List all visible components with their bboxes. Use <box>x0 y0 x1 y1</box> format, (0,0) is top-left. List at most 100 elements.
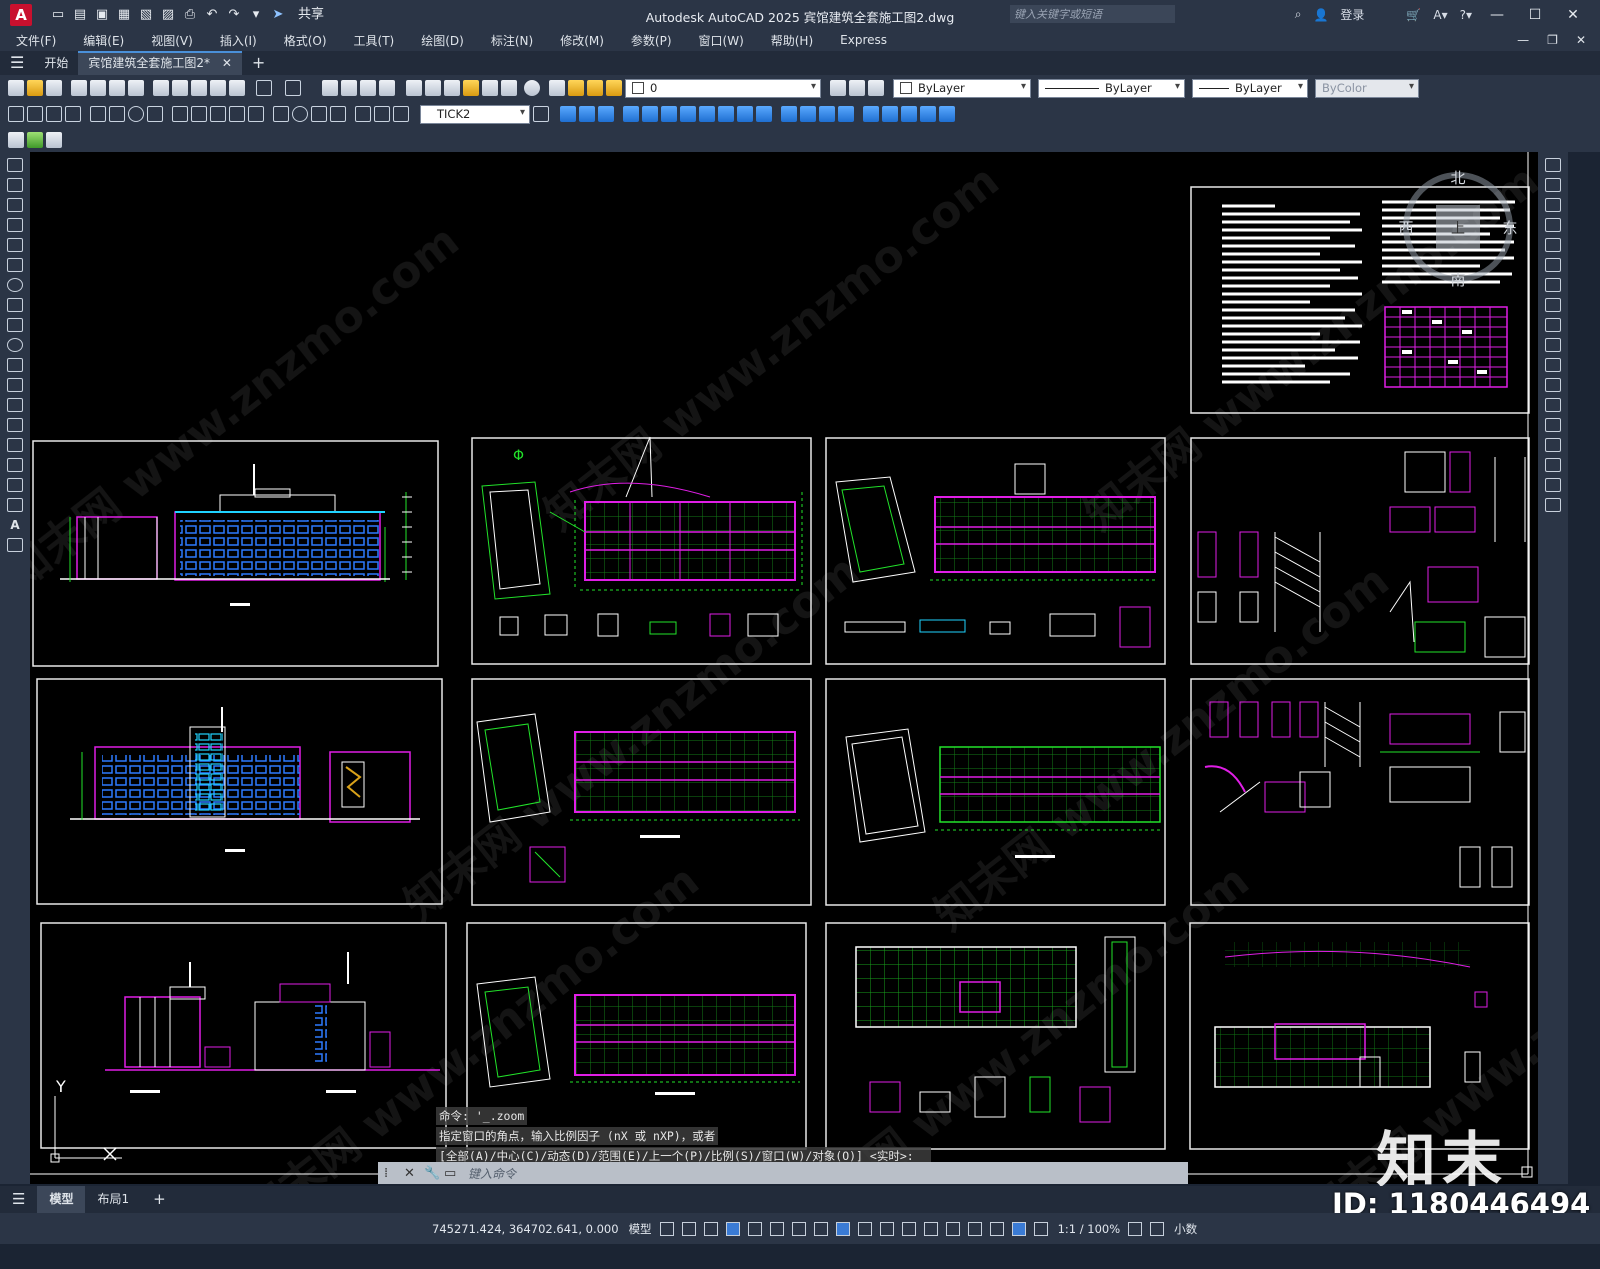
polyline-tool-icon[interactable] <box>7 198 23 212</box>
save-as-icon[interactable]: ▦ <box>116 7 132 22</box>
gizmo-icon[interactable] <box>989 1221 1004 1236</box>
view-bottom-icon[interactable] <box>579 106 595 122</box>
dim-ordinate-icon[interactable] <box>65 106 81 122</box>
menu-insert[interactable]: 插入(I) <box>204 32 268 49</box>
annotation-scale-dropdown[interactable]: 1:1 / 100% <box>1058 1222 1121 1236</box>
doc-restore-button[interactable]: ❐ <box>1547 33 1558 47</box>
dim-radius-icon[interactable] <box>90 106 106 122</box>
menu-view[interactable]: 视图(V) <box>135 32 204 49</box>
preview-icon[interactable] <box>90 80 106 96</box>
block-editor-icon[interactable] <box>229 80 245 96</box>
break-point-icon[interactable] <box>1545 378 1561 392</box>
lineweight-dropdown[interactable]: ByLayer <box>1192 78 1308 98</box>
cart-icon[interactable]: 🛒 <box>1406 8 1421 22</box>
view-left-icon[interactable] <box>598 106 614 122</box>
visual-style-hidden-icon[interactable] <box>819 106 835 122</box>
plot-icon-2[interactable] <box>71 80 87 96</box>
view-top-icon[interactable] <box>560 106 576 122</box>
layer-freeze-sun-icon[interactable] <box>587 80 603 96</box>
markup-icon[interactable] <box>482 80 498 96</box>
3d-osnap-icon[interactable] <box>923 1221 938 1236</box>
dim-jogged-icon[interactable] <box>109 106 125 122</box>
layer-state-icon[interactable] <box>868 80 884 96</box>
inspect-icon[interactable] <box>311 106 327 122</box>
lineweight-toggle-icon[interactable] <box>857 1221 872 1236</box>
array-tool-icon[interactable] <box>1545 238 1561 252</box>
command-line-grip-icon[interactable]: ⁞ <box>384 1166 398 1181</box>
share-button[interactable]: 共享 <box>298 7 324 22</box>
dim-update-icon[interactable] <box>393 106 409 122</box>
tab-active-document[interactable]: 宾馆建筑全套施工图2* ✕ <box>78 51 242 75</box>
customize-dropdown-icon[interactable]: ▾ <box>248 7 264 22</box>
layer-dropdown[interactable]: 0 <box>625 78 821 98</box>
qdim-icon[interactable] <box>172 106 188 122</box>
undo-icon-2[interactable] <box>256 80 272 96</box>
units-dropdown[interactable]: 小数 <box>1174 1221 1197 1237</box>
tab-start[interactable]: 开始 <box>34 51 78 75</box>
make-block-icon[interactable] <box>7 398 23 412</box>
dim-baseline-icon[interactable] <box>191 106 207 122</box>
add-layout-plus-icon[interactable]: + <box>141 1186 178 1213</box>
ucs-world-icon[interactable] <box>882 106 898 122</box>
add-selected-icon[interactable] <box>7 538 23 552</box>
dim-space-icon[interactable] <box>229 106 245 122</box>
tab-model[interactable]: 模型 <box>37 1186 86 1213</box>
linetype-dropdown[interactable]: ByLayer <box>1038 78 1185 98</box>
layer-lock-icon[interactable] <box>606 80 622 96</box>
ellipse-arc-tool-icon[interactable] <box>7 358 23 372</box>
new-tab-plus-icon[interactable]: + <box>242 51 275 75</box>
view-nw-iso-icon[interactable] <box>737 106 753 122</box>
login-button[interactable]: 登录 <box>1340 6 1364 23</box>
layer-properties-icon[interactable] <box>549 80 565 96</box>
view-sw-iso-icon[interactable] <box>680 106 696 122</box>
layer-on-bulb-icon[interactable] <box>568 80 584 96</box>
menu-modify[interactable]: 修改(M) <box>544 32 615 49</box>
jogged-linear-icon[interactable] <box>330 106 346 122</box>
attribute-edit-icon[interactable] <box>8 131 24 148</box>
drawing-canvas[interactable]: 知末网 www.znzmo.com 知末网 www.znzmo.com 知末网 … <box>30 152 1538 1184</box>
layout-menu-icon[interactable]: ☰ <box>0 1186 37 1213</box>
mirror-tool-icon[interactable] <box>1545 198 1561 212</box>
line-tool-icon[interactable] <box>7 158 23 172</box>
table-tool-icon[interactable] <box>7 498 23 512</box>
make-current-layer-icon[interactable] <box>830 80 846 96</box>
ucs-object-icon[interactable] <box>939 106 955 122</box>
menu-parametric[interactable]: 参数(P) <box>615 32 683 49</box>
calculator-icon[interactable] <box>501 80 517 96</box>
color-dropdown[interactable]: ByLayer <box>893 78 1031 98</box>
copy-tool-icon[interactable] <box>1545 178 1561 192</box>
menu-dimension[interactable]: 标注(N) <box>475 32 544 49</box>
save-web-icon[interactable]: ▨ <box>160 7 176 22</box>
undo-icon[interactable]: ↶ <box>204 7 220 22</box>
search-input[interactable]: 键入关键字或短语 <box>1010 5 1175 23</box>
menu-tools[interactable]: 工具(T) <box>338 32 406 49</box>
dynamic-input-icon[interactable] <box>725 1221 740 1236</box>
redo-icon[interactable]: ↷ <box>226 7 242 22</box>
menu-window[interactable]: 窗口(W) <box>683 32 755 49</box>
menu-edit[interactable]: 编辑(E) <box>67 32 135 49</box>
design-center-icon[interactable] <box>425 80 441 96</box>
layer-previous-icon[interactable] <box>849 80 865 96</box>
rectangle-tool-icon[interactable] <box>7 238 23 252</box>
insert-block-icon[interactable] <box>7 378 23 392</box>
menu-format[interactable]: 格式(O) <box>268 32 338 49</box>
dim-linear-icon[interactable] <box>8 106 24 122</box>
stretch-tool-icon[interactable] <box>1545 318 1561 332</box>
dim-break-icon[interactable] <box>248 106 264 122</box>
view-back-icon[interactable] <box>661 106 677 122</box>
scale-tool-icon[interactable] <box>1545 298 1561 312</box>
infer-constraints-icon[interactable] <box>703 1221 718 1236</box>
region-tool-icon[interactable] <box>7 478 23 492</box>
arc-tool-icon[interactable] <box>7 258 23 272</box>
tab-layout1[interactable]: 布局1 <box>85 1186 141 1213</box>
visual-style-realistic-icon[interactable] <box>838 106 854 122</box>
grid-toggle-icon[interactable] <box>659 1221 674 1236</box>
close-button[interactable]: ✕ <box>1560 7 1586 23</box>
ucs-icon[interactable] <box>863 106 879 122</box>
attribute-sync-icon[interactable] <box>46 131 62 148</box>
command-recent-icon[interactable]: ▭ <box>444 1166 458 1181</box>
3dprint-icon[interactable] <box>128 80 144 96</box>
rotate-tool-icon[interactable] <box>1545 278 1561 292</box>
dim-edit-icon[interactable] <box>355 106 371 122</box>
revcloud-tool-icon[interactable] <box>7 298 23 312</box>
